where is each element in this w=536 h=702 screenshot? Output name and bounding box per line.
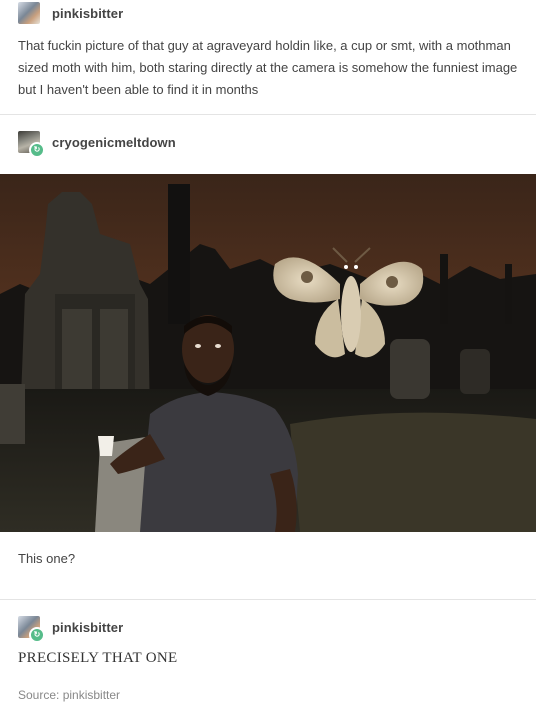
username[interactable]: pinkisbitter	[52, 6, 123, 21]
post-header-2: ↻ cryogenicmeltdown	[18, 131, 176, 158]
graveyard-moth-photo	[0, 174, 536, 532]
post-header-1: pinkisbitter	[18, 2, 123, 24]
post-body: This one?	[18, 551, 76, 566]
username[interactable]: pinkisbitter	[52, 620, 123, 635]
divider	[0, 599, 536, 600]
reblog-icon: ↻	[29, 142, 45, 158]
avatar[interactable]	[18, 2, 40, 24]
divider	[0, 114, 536, 115]
avatar[interactable]: ↻	[18, 131, 45, 158]
post-body: That fuckin picture of that guy at agrav…	[18, 38, 518, 97]
username[interactable]: cryogenicmeltdown	[52, 135, 176, 150]
reblog-icon: ↻	[29, 627, 45, 643]
post-header-3: ↻ pinkisbitter	[18, 616, 123, 643]
post-body: PRECISELY THAT ONE	[18, 650, 178, 666]
avatar[interactable]: ↻	[18, 616, 45, 643]
